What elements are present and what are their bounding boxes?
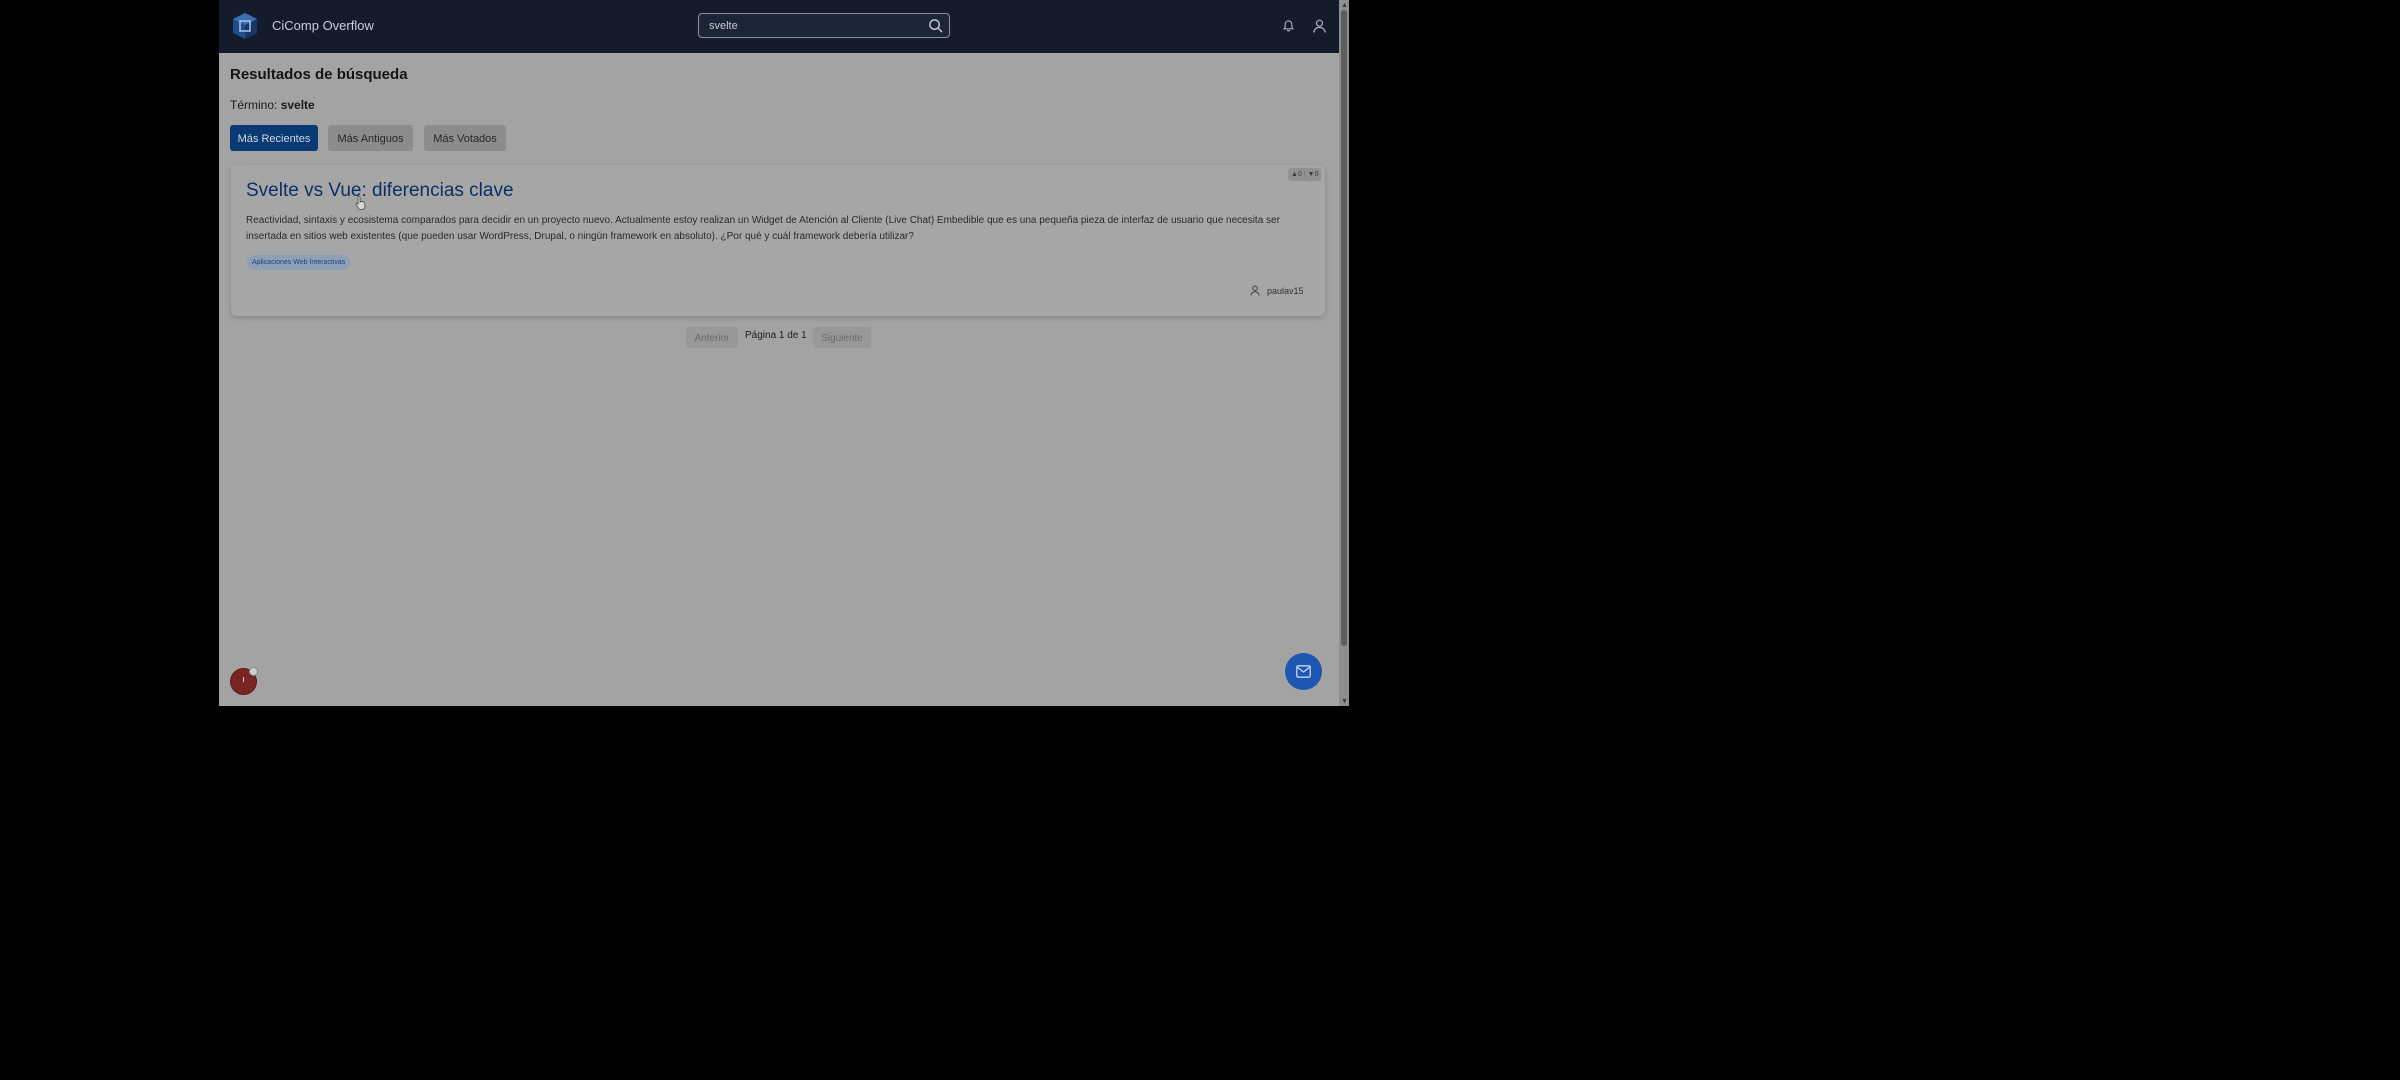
search-icon[interactable] <box>928 18 943 33</box>
user-icon <box>1250 285 1260 296</box>
vote-counter: ▲0 | ▼0 <box>1288 168 1322 181</box>
chat-button[interactable] <box>1285 653 1322 690</box>
upvote-count[interactable]: ▲0 <box>1291 171 1302 178</box>
cube-logo-icon[interactable] <box>230 11 260 41</box>
pagination-prev-button[interactable]: Anterior <box>686 327 738 348</box>
tab-mas-votados[interactable]: Más Votados <box>424 125 506 151</box>
question-excerpt: Reactividad, sintaxis y ecosistema compa… <box>246 215 1280 242</box>
page-title: Resultados de búsqueda <box>230 66 408 83</box>
author-name[interactable]: paulav15 <box>1267 286 1304 296</box>
question-tag[interactable]: Aplicaciones Web Interactivas <box>247 255 351 270</box>
search-input[interactable] <box>709 18 919 34</box>
vote-separator: | <box>1303 171 1306 178</box>
term-value: svelte <box>280 98 315 112</box>
search-box[interactable] <box>698 13 950 38</box>
search-term-line: Término: svelte <box>230 98 315 112</box>
question-card[interactable]: ▲0 | ▼0 Svelte vs Vue: diferencias clave R… <box>231 165 1325 316</box>
bell-icon[interactable] <box>1282 19 1295 33</box>
floating-recorder-icon[interactable] <box>231 667 258 694</box>
scroll-up-icon[interactable]: ▲ <box>1341 2 1348 10</box>
hand-cursor-icon <box>355 195 366 210</box>
tab-mas-recientes[interactable]: Más Recientes <box>230 125 318 151</box>
pagination-info: Página 1 de 1 <box>745 330 807 341</box>
browser-viewport: CiComp Overflow ▲ ▼ Resultados de búsque… <box>219 0 1349 706</box>
mail-icon <box>1296 665 1311 678</box>
vertical-scrollbar[interactable]: ▲ ▼ <box>1339 0 1349 706</box>
scroll-down-icon[interactable]: ▼ <box>1341 698 1348 706</box>
recorder-dot <box>249 667 258 676</box>
term-label: Término: <box>230 98 278 112</box>
question-title-link[interactable]: Svelte vs Vue: diferencias clave <box>246 180 514 202</box>
brand-name[interactable]: CiComp Overflow <box>272 18 374 33</box>
downvote-count[interactable]: ▼0 <box>1308 171 1319 178</box>
tab-mas-antiguos[interactable]: Más Antiguos <box>328 125 413 151</box>
user-icon[interactable] <box>1312 18 1327 34</box>
recorder-mark <box>243 677 244 682</box>
pagination-next-button[interactable]: Siguiente <box>813 327 871 348</box>
top-navbar: CiComp Overflow <box>219 0 1339 53</box>
scrollbar-thumb[interactable] <box>1341 10 1347 646</box>
